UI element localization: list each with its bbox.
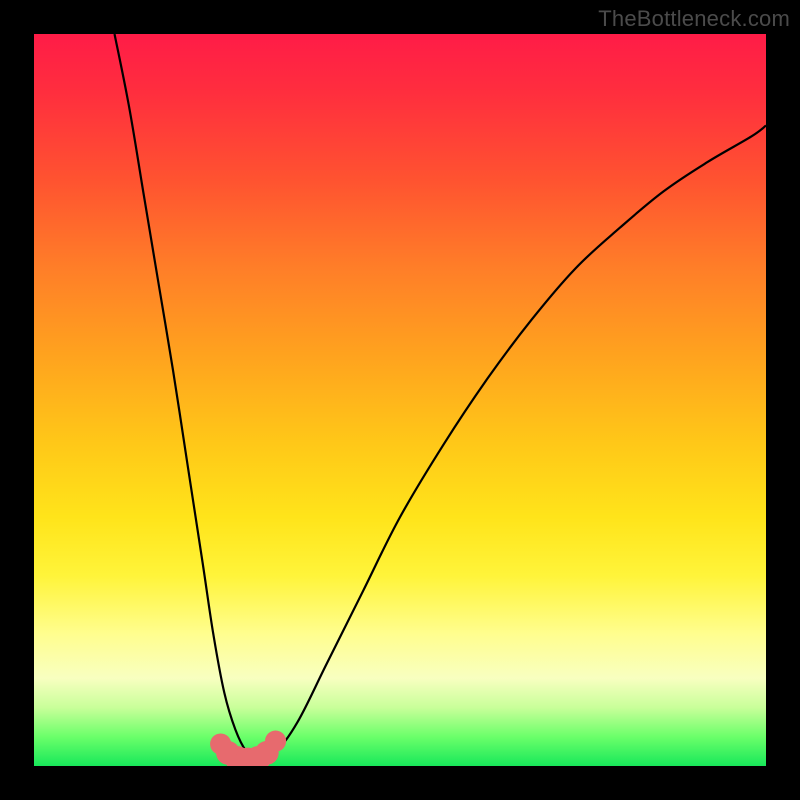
watermark-text: TheBottleneck.com xyxy=(598,6,790,32)
curve-markers xyxy=(210,731,286,766)
bottleneck-curve xyxy=(34,34,766,766)
curve-path xyxy=(115,34,766,759)
plot-area xyxy=(34,34,766,766)
chart-frame: TheBottleneck.com xyxy=(0,0,800,800)
curve-marker xyxy=(265,731,286,752)
